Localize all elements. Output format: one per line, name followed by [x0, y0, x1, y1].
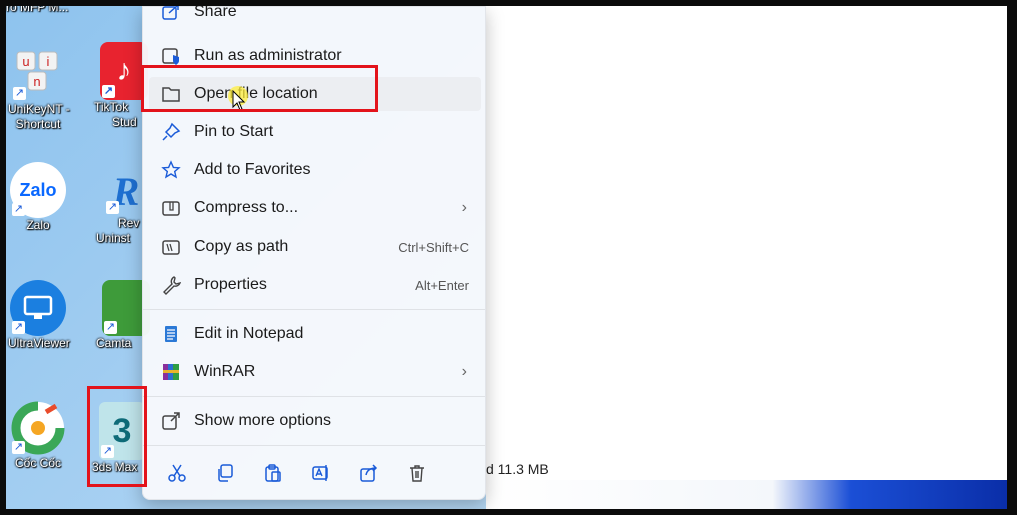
- menu-item-label: Edit in Notepad: [194, 325, 304, 342]
- shortcut-arrow-icon: ↗: [106, 201, 119, 214]
- menu-item-winrar[interactable]: WinRAR ›: [149, 355, 481, 389]
- shortcut-arrow-icon: ↗: [12, 321, 25, 334]
- menu-item-label: Share: [194, 6, 237, 20]
- coccoc-icon: ↗: [10, 400, 66, 456]
- svg-text:u: u: [22, 54, 29, 69]
- menu-item-label: Copy as path: [194, 238, 289, 255]
- star-icon: [159, 158, 183, 182]
- menu-item-compress-to[interactable]: Compress to... ›: [149, 191, 481, 225]
- menu-item-label: Properties: [194, 276, 267, 293]
- menu-item-label: Compress to...: [194, 199, 299, 216]
- chevron-right-icon: ›: [461, 363, 467, 380]
- wrench-icon: [159, 273, 183, 297]
- menu-item-shortcut: Alt+Enter: [415, 277, 469, 293]
- shortcut-arrow-icon: ↗: [12, 441, 25, 454]
- pin-icon: [159, 120, 183, 144]
- delete-button[interactable]: [393, 455, 441, 491]
- desktop-icon-label: Shortcut: [15, 117, 61, 131]
- menu-item-properties[interactable]: Properties Alt+Enter: [149, 268, 481, 302]
- copy-icon: [218, 464, 233, 482]
- shortcut-arrow-icon: ↗: [102, 85, 115, 98]
- highlight-open-file-location: [141, 65, 378, 112]
- menu-item-copy-as-path[interactable]: Copy as path Ctrl+Shift+C: [149, 230, 481, 264]
- menu-separator: [143, 396, 485, 397]
- menu-item-shortcut: Ctrl+Shift+C: [398, 239, 469, 255]
- menu-item-label: WinRAR: [194, 363, 256, 380]
- zalo-icon-text: Zalo: [19, 179, 57, 200]
- paste-icon: [265, 464, 281, 482]
- background-window: [486, 6, 1007, 480]
- svg-text:n: n: [33, 74, 40, 89]
- desktop-icon-label: UniKeyNT -: [8, 102, 70, 116]
- desktop-icon-unikey[interactable]: u i n ↗ UniKeyNT - Shortcut: [8, 48, 70, 132]
- menu-item-label: Show more options: [194, 412, 331, 429]
- shortcut-arrow-icon: ↗: [104, 321, 117, 334]
- desktop-icon-printer[interactable]: ro MFP M...: [6, 6, 84, 15]
- svg-text:i: i: [47, 54, 50, 69]
- menu-item-label: Run as administrator: [194, 47, 342, 64]
- delete-icon: [410, 465, 424, 482]
- unikey-icon: u i n ↗: [11, 48, 65, 102]
- zip-icon: [159, 196, 183, 220]
- menu-item-show-more-options[interactable]: Show more options: [149, 404, 481, 438]
- rename-icon: [312, 465, 328, 481]
- desktop-icon-label: Cốc Cốc: [14, 456, 61, 470]
- rename-button[interactable]: [297, 455, 345, 491]
- menu-item-label: Pin to Start: [194, 123, 274, 140]
- desktop-icon-label: ro MFP M...: [6, 6, 69, 14]
- paste-button[interactable]: [249, 455, 297, 491]
- chevron-right-icon: ›: [461, 199, 467, 216]
- path-icon: [159, 235, 183, 259]
- menu-item-share[interactable]: Share: [149, 6, 481, 29]
- share-icon: [360, 464, 378, 482]
- menu-item-edit-in-notepad[interactable]: Edit in Notepad: [149, 317, 481, 351]
- notepad-icon: [159, 322, 183, 346]
- ultraviewer-icon: ↗: [10, 280, 66, 336]
- desktop-icon-label: Zalo: [26, 218, 50, 232]
- zalo-icon: Zalo ↗: [10, 162, 66, 218]
- share-icon: [159, 6, 183, 24]
- quick-actions-bar: [153, 455, 473, 491]
- highlight-3dsmax-icon: [87, 386, 147, 487]
- desktop-icon-ultraviewer[interactable]: ↗ UltraViewer: [8, 280, 70, 351]
- menu-item-label: Add to Favorites: [194, 161, 311, 178]
- cut-icon: [168, 464, 186, 482]
- share-button[interactable]: [345, 455, 393, 491]
- desktop-icon-coccoc[interactable]: ↗ Cốc Cốc: [8, 400, 68, 471]
- winrar-icon: [159, 360, 183, 384]
- shortcut-arrow-icon: ↗: [13, 87, 26, 100]
- desktop-icon-zalo[interactable]: Zalo ↗ Zalo: [8, 162, 68, 233]
- desktop-icon-label: UltraViewer: [8, 336, 70, 350]
- menu-item-add-to-favorites[interactable]: Add to Favorites: [149, 153, 481, 187]
- cut-button[interactable]: [153, 455, 201, 491]
- taskbar-strip: [486, 480, 1007, 509]
- shortcut-arrow-icon: ↗: [12, 203, 25, 216]
- menu-separator: [143, 309, 485, 310]
- menu-item-pin-to-start[interactable]: Pin to Start: [149, 115, 481, 149]
- copy-button[interactable]: [201, 455, 249, 491]
- more-options-icon: [159, 409, 183, 433]
- menu-separator: [143, 445, 485, 446]
- file-size-status: d 11.3 MB: [486, 461, 549, 477]
